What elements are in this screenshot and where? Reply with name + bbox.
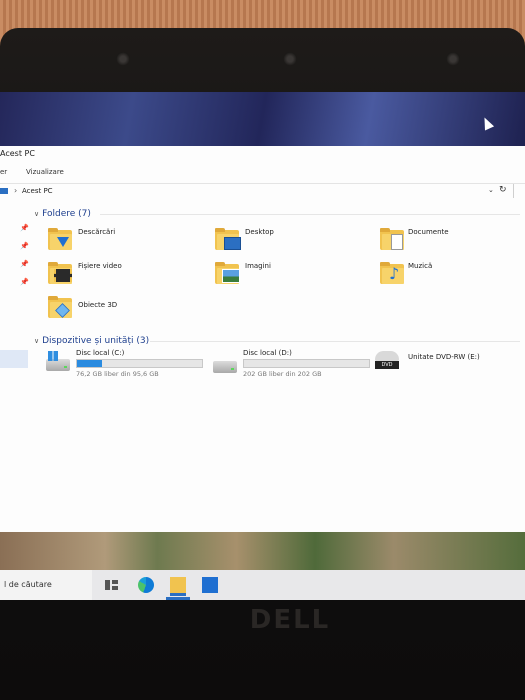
brand-logo: DELL — [249, 605, 331, 635]
windows-logo-icon — [48, 351, 58, 361]
chevron-down-icon[interactable]: ⌄ — [488, 186, 494, 194]
document-icon — [391, 234, 403, 250]
desktop-icon — [224, 237, 241, 250]
drive-usage-bar — [76, 359, 203, 368]
folder-icon — [48, 296, 72, 318]
pin-icon[interactable]: 📌 — [20, 224, 29, 232]
chevron-down-icon: ∨ — [34, 337, 40, 345]
bezel-screw — [446, 52, 460, 66]
file-explorer-icon[interactable] — [170, 577, 186, 596]
tab-vizualizare[interactable]: Vizualizare — [26, 168, 64, 176]
computer-icon — [0, 188, 8, 194]
drive-label: Unitate DVD-RW (E:) — [408, 353, 480, 361]
folder-icon — [215, 228, 241, 250]
item-label: Descărcări — [78, 228, 116, 236]
store-icon[interactable] — [202, 577, 218, 593]
drive-free-space: 76,2 GB liber din 95,6 GB — [76, 370, 159, 378]
address-path[interactable]: Acest PC — [22, 187, 53, 195]
folder-icon — [380, 228, 404, 250]
refresh-button[interactable]: ↻ — [499, 185, 507, 195]
screen: Acest PC er Vizualizare › Acest PC ⌄ ↻ 📌… — [0, 92, 525, 600]
item-label: Fișiere video — [78, 262, 122, 270]
search-placeholder: l de căutare — [4, 580, 52, 589]
item-label: Desktop — [245, 228, 274, 236]
divider — [150, 341, 520, 342]
folder-icon — [48, 228, 72, 250]
drive-e-dvd[interactable]: DVD Unitate DVD-RW (E:) — [375, 351, 515, 379]
navigation-pane: 📌 📌 📌 📌 — [0, 202, 29, 532]
search-field-edge[interactable] — [513, 184, 525, 198]
chevron-right-icon: › — [14, 186, 18, 195]
download-arrow-icon — [57, 237, 69, 247]
address-bar[interactable]: › Acest PC ⌄ ↻ — [0, 183, 525, 199]
webcam — [283, 52, 297, 66]
tab-partial[interactable]: er — [0, 168, 7, 176]
folder-icon: ♪ — [380, 262, 404, 284]
drive-c[interactable]: Disc local (C:) 76,2 GB liber din 95,6 G… — [46, 349, 206, 379]
drive-d[interactable]: Disc local (D:) 202 GB liber din 202 GB — [213, 349, 373, 379]
item-label: Muzică — [408, 262, 433, 270]
nav-item-selected[interactable] — [0, 350, 28, 368]
item-label: Imagini — [245, 262, 271, 270]
file-explorer-window: Acest PC er Vizualizare › Acest PC ⌄ ↻ 📌… — [0, 146, 525, 532]
drive-label: Disc local (D:) — [243, 349, 292, 357]
drive-usage-fill — [77, 360, 102, 367]
item-label: Obiecte 3D — [78, 301, 118, 309]
picture-icon — [222, 269, 240, 283]
title-bar[interactable]: Acest PC — [0, 146, 525, 163]
dvd-drive-icon: DVD — [375, 351, 399, 371]
edge-browser-icon[interactable] — [138, 577, 154, 593]
desktop-wallpaper — [0, 92, 525, 146]
taskbar-search-box[interactable]: l de căutare — [0, 570, 92, 600]
music-note-icon: ♪ — [389, 264, 400, 283]
taskbar: l de căutare — [0, 570, 525, 600]
drive-icon — [213, 361, 237, 373]
folder-icon — [48, 262, 72, 284]
group-header-folders[interactable]: ∨ Foldere (7) — [34, 209, 91, 219]
folder-icon — [215, 262, 240, 284]
ribbon-tabs: er Vizualizare — [0, 164, 525, 179]
drive-label: Disc local (C:) — [76, 349, 125, 357]
group-header-devices[interactable]: ∨ Dispozitive și unități (3) — [34, 336, 149, 346]
drive-icon — [46, 351, 70, 371]
chevron-down-icon: ∨ — [34, 210, 40, 218]
drive-usage-bar — [243, 359, 370, 368]
bezel-screw — [116, 52, 130, 66]
task-view-icon[interactable] — [104, 577, 120, 593]
pin-icon[interactable]: 📌 — [20, 260, 29, 268]
pin-icon[interactable]: 📌 — [20, 278, 29, 286]
drive-free-space: 202 GB liber din 202 GB — [243, 370, 322, 378]
pin-icon[interactable]: 📌 — [20, 242, 29, 250]
active-app-indicator — [166, 597, 190, 600]
desktop-wallpaper — [0, 532, 525, 570]
window-title: Acest PC — [0, 149, 35, 158]
film-icon — [54, 269, 72, 282]
divider — [100, 214, 520, 215]
item-label: Documente — [408, 228, 449, 236]
